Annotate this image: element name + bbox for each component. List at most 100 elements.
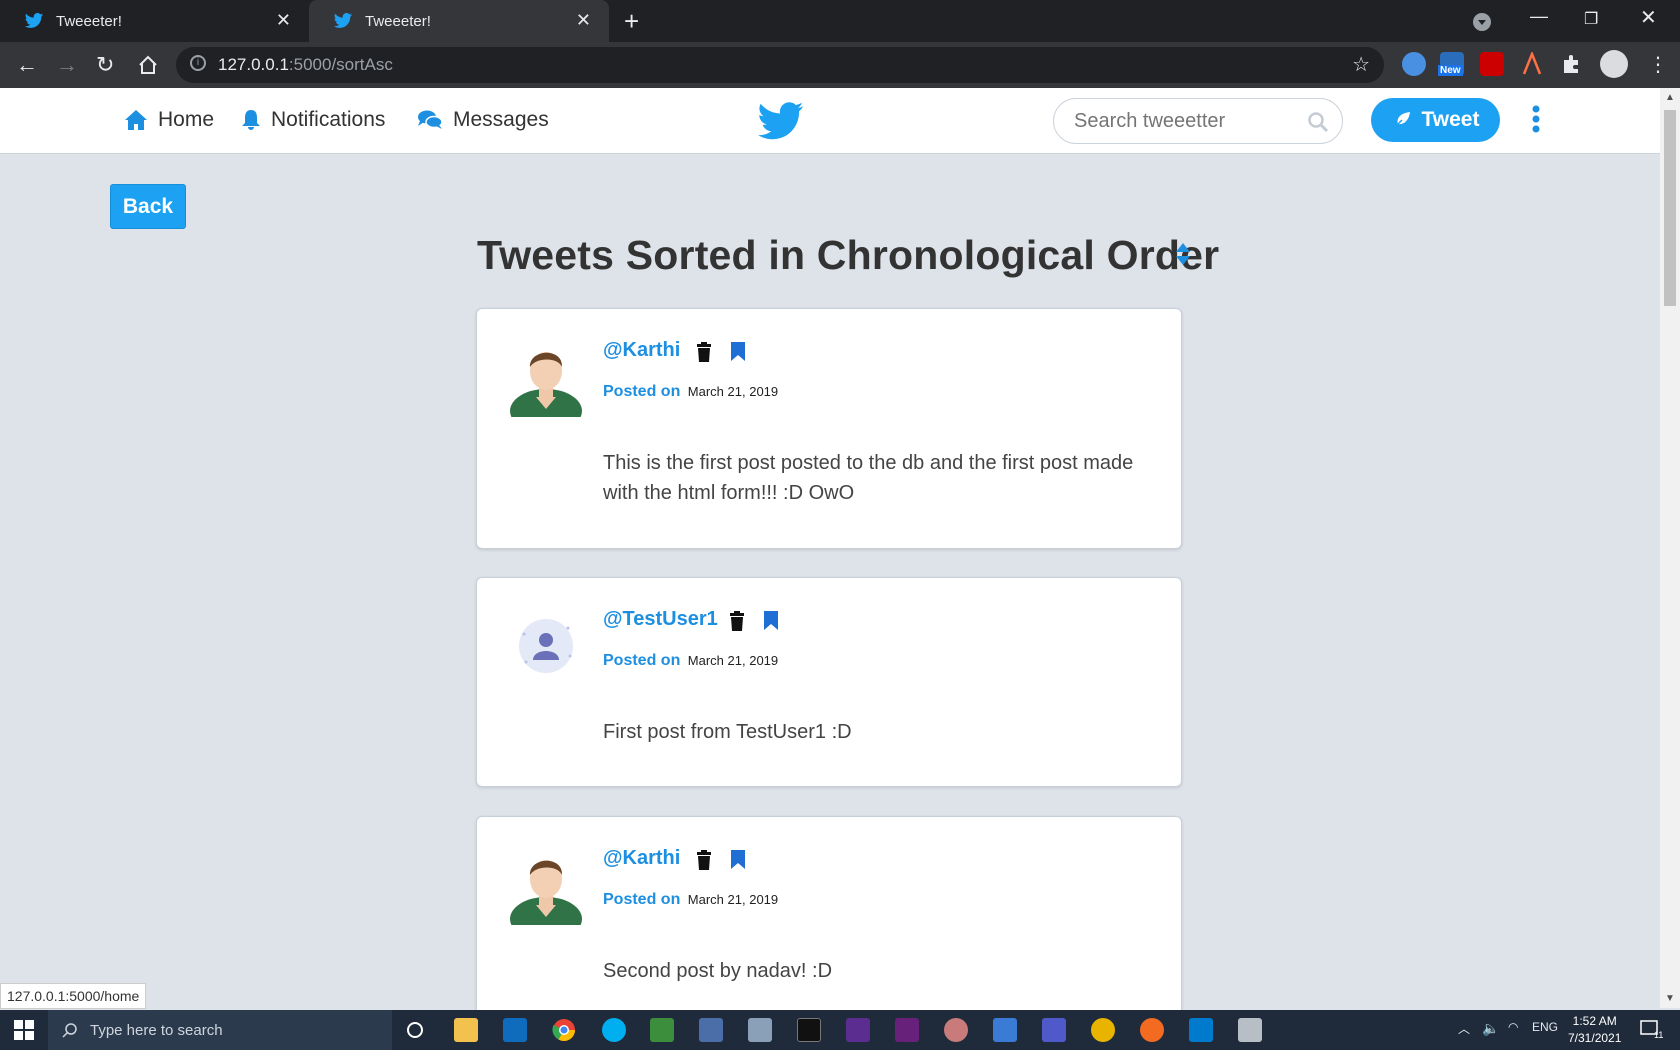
posted-on-label: Posted on (603, 891, 681, 908)
tab-close-icon[interactable]: ✕ (576, 10, 591, 31)
browser-tab-active[interactable]: Tweeeter! ✕ (309, 0, 609, 42)
page-scrollbar[interactable]: ▲ ▼ (1660, 88, 1680, 1008)
scroll-down-icon[interactable]: ▼ (1665, 993, 1675, 1004)
clock-time: 1:52 AM (1572, 1014, 1617, 1028)
sort-icon[interactable] (1175, 242, 1191, 266)
browser-tabbar: Tweeeter! ✕ Tweeeter! ✕ + — ❐ ✕ (0, 0, 1680, 42)
status-url-bubble: 127.0.0.1:5000/home (0, 983, 147, 1009)
teams-icon[interactable] (1042, 1018, 1066, 1042)
tray-chevron-icon[interactable]: ︿ (1458, 1020, 1470, 1037)
tweet-text: This is the first post posted to the db … (603, 452, 1134, 504)
nav-home-label: Home (158, 108, 215, 131)
tweet-username[interactable]: @Karthi (603, 339, 680, 362)
tab-title: Tweeeter! (365, 12, 431, 30)
window-close-icon[interactable]: ✕ (1640, 5, 1657, 30)
browser-tab[interactable]: Tweeeter! ✕ (0, 0, 309, 42)
volume-icon[interactable]: 🔈 (1482, 1020, 1499, 1037)
extension-a-icon[interactable] (1520, 52, 1544, 76)
twitter-logo-icon[interactable] (758, 101, 804, 141)
skype-icon[interactable] (602, 1018, 626, 1042)
nav-messages[interactable]: Messages (417, 108, 549, 132)
home-icon[interactable] (137, 54, 159, 76)
notepad-app-icon[interactable] (650, 1018, 674, 1042)
comments-icon (418, 110, 443, 129)
bookmark-icon[interactable] (730, 849, 746, 870)
paint-icon[interactable] (944, 1018, 968, 1042)
tweet-button-label: Tweet (1421, 108, 1480, 131)
chrome-icon[interactable] (552, 1018, 576, 1042)
visual-studio-alt-icon[interactable] (895, 1018, 919, 1042)
wifi-icon[interactable]: ◠ (1508, 1020, 1518, 1034)
back-arrow-icon[interactable]: ← (16, 52, 38, 78)
site-navbar: Home Notifications Messages Tweet (0, 88, 1660, 154)
extensions-puzzle-icon[interactable] (1560, 52, 1584, 76)
nav-home[interactable]: Home (124, 108, 214, 132)
tweet-username[interactable]: @TestUser1 (603, 608, 718, 631)
extension-icon[interactable] (1402, 52, 1426, 76)
app-icon[interactable] (748, 1018, 772, 1042)
reload-icon[interactable]: ↻ (96, 52, 114, 78)
language-indicator[interactable]: ENG (1532, 1020, 1558, 1034)
notification-count: 11 (1654, 1030, 1664, 1040)
tweet-username[interactable]: @Karthi (603, 847, 680, 870)
trash-icon[interactable] (696, 850, 712, 870)
windows-taskbar: Type here to search ︿ 🔈 ◠ ENG 1:52 AM 7/… (0, 1010, 1680, 1050)
restore-icon[interactable]: ❐ (1584, 9, 1598, 29)
bookmark-icon[interactable] (730, 341, 746, 362)
trash-icon[interactable] (696, 342, 712, 362)
taskbar-search[interactable]: Type here to search (48, 1010, 392, 1050)
user-avatar[interactable] (506, 845, 586, 925)
address-bar[interactable]: i 127.0.0.1:5000/sortAsc ☆ (176, 47, 1384, 83)
tweet-button[interactable]: Tweet (1371, 98, 1500, 142)
taskbar-clock[interactable]: 1:52 AM 7/31/2021 (1568, 1013, 1621, 1047)
search-icon[interactable] (1308, 112, 1328, 132)
tab-search-icon[interactable] (1472, 12, 1492, 32)
bookmark-star-icon[interactable]: ☆ (1352, 52, 1370, 77)
profile-avatar[interactable] (1600, 50, 1628, 78)
cortana-icon[interactable] (406, 1021, 424, 1039)
user-avatar[interactable] (506, 337, 586, 417)
back-button-label: Back (122, 194, 174, 218)
browser-toolbar: ← → ↻ i 127.0.0.1:5000/sortAsc ☆ New ⋮ (0, 42, 1680, 88)
postman-icon[interactable] (1140, 1018, 1164, 1042)
house-icon (125, 110, 147, 130)
posted-on-label: Posted on (603, 383, 681, 400)
tweet-posted-on: Posted on March 21, 2019 (603, 652, 778, 670)
terminal-icon[interactable] (797, 1018, 821, 1042)
scrollbar-thumb[interactable] (1664, 110, 1676, 306)
tweet-date: March 21, 2019 (687, 892, 779, 907)
visual-studio-icon[interactable] (846, 1018, 870, 1042)
twitter-bird-icon (24, 13, 44, 28)
tweet-date: March 21, 2019 (687, 384, 779, 399)
scroll-up-icon[interactable]: ▲ (1665, 92, 1675, 103)
tweet-date: March 21, 2019 (687, 653, 779, 668)
tab-title: Tweeeter! (56, 12, 122, 30)
nav-notifications[interactable]: Notifications (241, 108, 385, 132)
trash-icon[interactable] (729, 611, 745, 631)
tweet-posted-on: Posted on March 21, 2019 (603, 891, 778, 909)
windows-start-icon[interactable] (14, 1020, 34, 1040)
user-avatar[interactable] (506, 606, 586, 686)
file-explorer-icon[interactable] (454, 1018, 478, 1042)
network-app-icon[interactable] (699, 1018, 723, 1042)
minimize-icon[interactable]: — (1530, 6, 1548, 27)
database-icon[interactable] (1238, 1018, 1262, 1042)
forward-arrow-icon[interactable]: → (56, 52, 78, 78)
site-info-icon[interactable]: i (190, 55, 206, 71)
tab-close-icon[interactable]: ✕ (276, 10, 291, 31)
browser-menu-icon[interactable]: ⋮ (1648, 52, 1668, 77)
bookmark-icon[interactable] (763, 610, 779, 631)
back-button[interactable]: Back (110, 184, 186, 229)
app-icon[interactable] (1091, 1018, 1115, 1042)
pdf-extension-icon[interactable] (1480, 52, 1504, 76)
search-box (1053, 98, 1343, 144)
new-tab-icon[interactable]: + (624, 6, 639, 37)
taskbar-search-placeholder: Type here to search (90, 1021, 223, 1039)
more-options-icon[interactable] (1531, 104, 1541, 134)
search-icon (62, 1023, 77, 1038)
outlook-icon[interactable] (503, 1018, 527, 1042)
extension-new-icon[interactable]: New (1438, 52, 1464, 76)
vscode-icon[interactable] (1189, 1018, 1213, 1042)
search-input[interactable] (1074, 110, 1304, 133)
app-icon[interactable] (993, 1018, 1017, 1042)
